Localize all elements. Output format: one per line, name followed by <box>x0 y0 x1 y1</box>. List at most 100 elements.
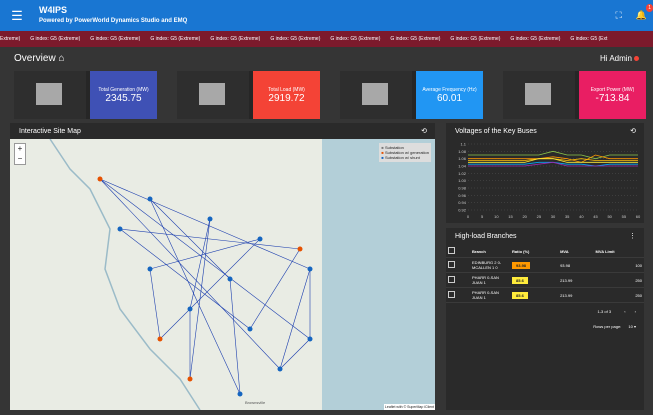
transmission-line <box>189 218 211 310</box>
y-tick-label: 0.96 <box>458 193 467 198</box>
select-all-checkbox[interactable] <box>448 247 455 254</box>
overview-title: Overview ⌂ <box>14 53 65 64</box>
row-checkbox[interactable] <box>448 291 455 298</box>
bell-icon[interactable]: 🔔 1 <box>636 4 653 21</box>
branches-table: Branch Ratio (%) MVA MVA Limit EDINBURG … <box>446 245 644 303</box>
row-checkbox[interactable] <box>448 276 455 283</box>
ticker-item: G index: G5 (Ext <box>570 36 608 42</box>
substation-marker[interactable] <box>147 266 153 272</box>
fullscreen-icon[interactable]: ⛶ <box>615 10 621 21</box>
summary-value-box: Average Frequency (Hz) 60.01 <box>416 71 483 119</box>
card-value: -713.84 <box>595 92 630 104</box>
ratio-badge: 93.98 <box>512 261 531 269</box>
y-tick-label: 1.04 <box>458 164 467 169</box>
col-mva-limit: MVA Limit <box>593 245 644 258</box>
y-tick-label: 0.98 <box>458 186 467 191</box>
site-map[interactable]: Brownsville + − ■ Substation ■ Substation… <box>10 139 435 410</box>
ratio-badge: 85.6 <box>512 276 528 284</box>
menu-icon[interactable]: ☰ <box>4 0 30 31</box>
table-row[interactable]: PHARR 0-SAN JUAN 1 85.6 213.99 250 <box>446 287 644 303</box>
branch-name: PHARR 0-SAN JUAN 1 <box>470 272 511 288</box>
x-tick-label: 5 <box>481 214 484 219</box>
ticker-item: G index: G5 (Extreme) <box>450 36 501 42</box>
x-tick-label: 50 <box>607 214 612 219</box>
next-page-icon[interactable]: › <box>635 309 636 314</box>
substation-marker[interactable] <box>117 226 123 232</box>
notification-badge: 1 <box>646 4 653 12</box>
rows-per-page-select[interactable]: 10 <box>628 324 632 329</box>
map-credit: Leaflet with © SuperMap iClient <box>383 404 435 410</box>
mva-limit-value: 250 <box>593 272 644 288</box>
substation-marker[interactable] <box>227 276 233 282</box>
zoom-in-button[interactable]: + <box>15 144 25 154</box>
more-icon[interactable]: ⋮ <box>629 232 636 240</box>
substation-marker[interactable] <box>307 266 313 272</box>
voltages-panel: Voltages of the Key Buses ⟲ 1.1 1.08 1.06 1.… <box>446 123 644 223</box>
transformer-icon <box>503 71 575 119</box>
series-line <box>468 161 638 167</box>
mva-value: 93.98 <box>558 257 594 273</box>
x-tick-label: 45 <box>593 214 598 219</box>
history-icon[interactable]: ⟲ <box>421 127 427 135</box>
card-value: 2345.75 <box>105 92 142 104</box>
zoom-out-button[interactable]: − <box>15 154 25 164</box>
x-tick-label: 30 <box>551 214 556 219</box>
river <box>49 139 201 410</box>
zoom-control[interactable]: + − <box>14 143 26 165</box>
wave-icon <box>340 71 412 119</box>
substation-marker[interactable] <box>207 216 213 222</box>
y-tick-label: 1.1 <box>460 142 466 147</box>
substation-marker[interactable] <box>237 391 243 397</box>
y-tick-label: 1.06 <box>458 156 467 161</box>
city-label: Brownsville <box>245 400 266 405</box>
greeting[interactable]: Hi Admin <box>600 54 639 63</box>
substation-marker[interactable] <box>187 376 193 382</box>
x-tick-label: 60 <box>636 214 641 219</box>
branches-panel: High-load Branches ⋮ Branch Ratio (%) MVA… <box>446 228 644 410</box>
ticker-item: G index: G5 (Extreme) <box>270 36 321 42</box>
row-checkbox[interactable] <box>448 261 455 268</box>
x-tick-label: 10 <box>494 214 499 219</box>
transmission-line <box>119 228 301 250</box>
table-row[interactable]: EDINBURG 2 0-MCALLEN 1 0 93.98 93.98 100 <box>446 257 644 273</box>
mva-value: 213.99 <box>558 272 594 288</box>
building-icon <box>177 71 249 119</box>
table-row[interactable]: PHARR 0-SAN JUAN 1 85.6 213.99 250 <box>446 272 644 288</box>
voltages-title: Voltages of the Key Buses <box>455 128 537 135</box>
summary-card: Total Generation (MW) 2345.75 <box>14 71 157 119</box>
transmission-line <box>99 178 311 270</box>
app-subtitle: Powered by PowerWorld Dynamics Studio an… <box>39 17 188 24</box>
substation-marker[interactable] <box>277 366 283 372</box>
substation-marker[interactable] <box>147 196 153 202</box>
x-tick-label: 15 <box>508 214 513 219</box>
y-tick-label: 0.94 <box>458 200 467 205</box>
app-bar: ☰ W4IPS Powered by PowerWorld Dynamics S… <box>0 0 653 31</box>
home-icon[interactable]: ⌂ <box>58 53 64 64</box>
x-tick-label: 0 <box>467 214 470 219</box>
col-mva: MVA <box>558 245 594 258</box>
transmission-line <box>159 238 261 340</box>
substation-marker[interactable] <box>307 336 313 342</box>
ticker-item: Extreme) <box>0 36 21 42</box>
transmission-line <box>149 198 241 395</box>
voltage-chart: 1.1 1.08 1.06 1.04 1.02 1.00 0.98 0.96 0.94 0.920… <box>458 142 641 220</box>
table-header: Branch Ratio (%) MVA MVA Limit <box>446 245 644 258</box>
ticker-item: G index: G5 (Extreme) <box>510 36 561 42</box>
summary-card: Average Frequency (Hz) 60.01 <box>340 71 483 119</box>
pagination-range: 1-3 of 3 <box>597 309 612 314</box>
summary-card: Export Power (MW) -713.84 <box>503 71 646 119</box>
x-tick-label: 35 <box>565 214 570 219</box>
y-tick-label: 1.08 <box>458 149 467 154</box>
card-value: 60.01 <box>436 92 463 104</box>
branches-title: High-load Branches <box>455 233 517 240</box>
substation-marker[interactable] <box>247 326 253 332</box>
substation-marker[interactable] <box>297 246 303 252</box>
history-icon[interactable]: ⟲ <box>630 127 636 135</box>
substation-marker[interactable] <box>157 336 163 342</box>
prev-page-icon[interactable]: ‹ <box>624 309 625 314</box>
x-tick-label: 25 <box>537 214 542 219</box>
substation-marker[interactable] <box>187 306 193 312</box>
rows-per-page: Rows per page: 10 ▾ <box>593 324 636 329</box>
substation-marker[interactable] <box>257 236 263 242</box>
substation-marker[interactable] <box>97 176 103 182</box>
